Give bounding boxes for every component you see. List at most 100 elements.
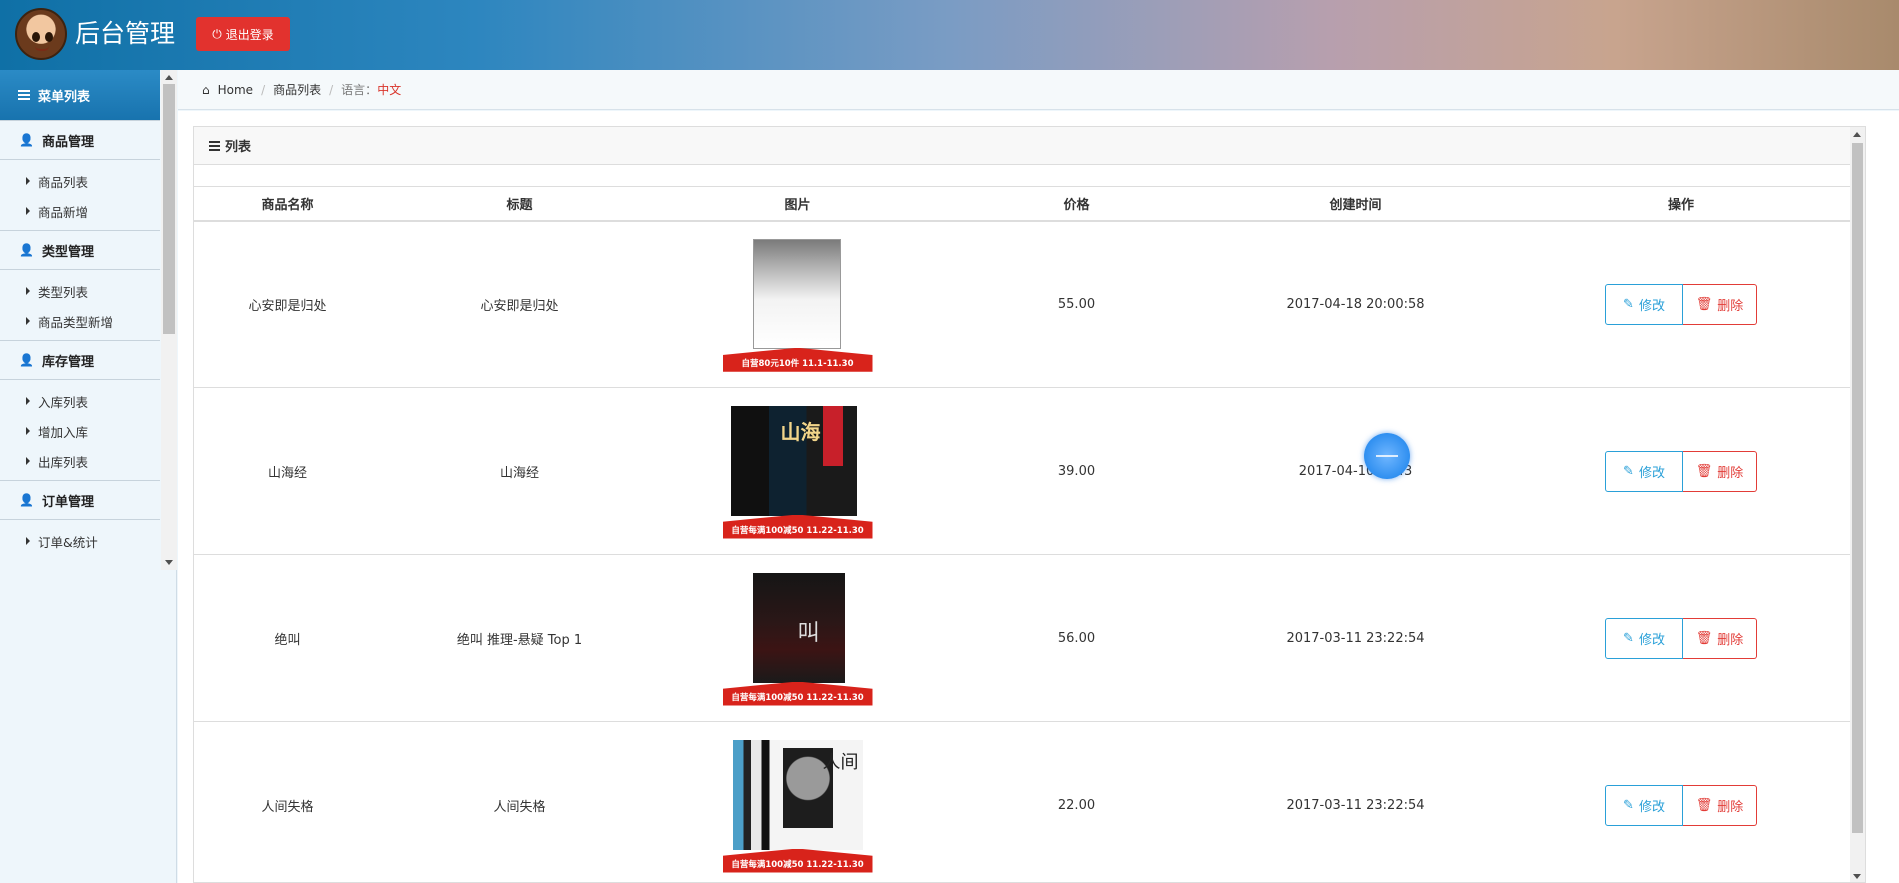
trash-icon: 🗑: [1695, 797, 1713, 813]
delete-button[interactable]: 🗑 删除: [1683, 784, 1757, 826]
column-header: 图片: [658, 186, 937, 222]
scroll-thumb[interactable]: [163, 84, 175, 334]
edit-icon: ✎: [1623, 630, 1634, 646]
goods-title: 人间失格: [381, 721, 658, 882]
list-icon: [18, 90, 30, 100]
goods-price: 56.00: [937, 554, 1216, 722]
user-icon: 👤: [19, 493, 34, 507]
column-header: 价格: [937, 186, 1216, 222]
caret-right-icon: [26, 207, 30, 215]
edit-button[interactable]: ✎ 修改: [1605, 450, 1683, 492]
edit-button[interactable]: ✎ 修改: [1605, 617, 1683, 659]
goods-name: 心安即是归处: [194, 220, 381, 388]
delete-label: 删除: [1717, 632, 1744, 648]
goods-price: 55.00: [937, 220, 1216, 388]
breadcrumb-home[interactable]: Home: [218, 83, 253, 97]
caret-right-icon: [26, 177, 30, 185]
goods-name: 人间失格: [194, 721, 381, 882]
logout-button[interactable]: ⏻ 退出登录: [196, 17, 290, 51]
scroll-thumb[interactable]: [1852, 143, 1863, 833]
top-header: 后台管理 ⏻ 退出登录: [0, 0, 1899, 70]
sidebar-scrollbar[interactable]: [161, 70, 177, 570]
goods-title: 心安即是归处: [381, 220, 658, 388]
caret-right-icon: [26, 457, 30, 465]
sidebar-menu: 菜单列表 👤 商品管理 商品列表 商品新增 👤 类型管理 类型列表 商品类型新增…: [0, 70, 160, 570]
goods-table: 商品名称 标题 图片 价格 创建时间 操作 心安即是归处 心安即是归处 自营80…: [194, 186, 1865, 882]
book-cover-image: 叫 自营每满100减50 11.22-11.30: [722, 571, 873, 706]
sidebar-item-stock-out-list[interactable]: 出库列表: [0, 446, 160, 476]
row-actions: ✎ 修改 🗑 删除: [1605, 617, 1757, 659]
created-time: 2017-04-18 20:00:58: [1216, 220, 1495, 388]
breadcrumb-current[interactable]: 商品列表: [273, 81, 321, 98]
home-icon: ⌂: [202, 82, 210, 97]
goods-name: 山海经: [194, 387, 381, 555]
trash-icon: 🗑: [1695, 296, 1713, 312]
scroll-down-icon[interactable]: [165, 560, 173, 565]
list-panel: 列表 商品名称 标题 图片 价格 创建时间 操作 心安即是归处 心安即是归处 自…: [193, 126, 1866, 883]
group-order[interactable]: 👤 订单管理: [0, 480, 160, 520]
sidebar-item-type-list[interactable]: 类型列表: [0, 276, 160, 306]
delete-button[interactable]: 🗑 删除: [1683, 617, 1757, 659]
sidebar-item-label: 增加入库: [38, 424, 89, 440]
group-type[interactable]: 👤 类型管理: [0, 230, 160, 270]
logout-label: 退出登录: [225, 27, 274, 42]
sidebar-item-stock-in-add[interactable]: 增加入库: [0, 416, 160, 446]
menu-header: 菜单列表: [0, 70, 160, 120]
sidebar-item-type-add[interactable]: 商品类型新增: [0, 306, 160, 336]
sidebar-item-stock-in-list[interactable]: 入库列表: [0, 386, 160, 416]
panel-title: 列表: [225, 140, 252, 155]
edit-icon: ✎: [1623, 797, 1634, 813]
trash-icon: 🗑: [1695, 463, 1713, 479]
edit-button[interactable]: ✎ 修改: [1605, 784, 1683, 826]
caret-right-icon: [26, 317, 30, 325]
edit-icon: ✎: [1623, 296, 1634, 312]
row-actions: ✎ 修改 🗑 删除: [1605, 450, 1757, 492]
promo-banner: 自营每满100减50 11.22-11.30: [722, 514, 873, 539]
delete-button[interactable]: 🗑 删除: [1683, 450, 1757, 492]
breadcrumb: ⌂ Home / 商品列表 / 语言：中文: [178, 70, 1899, 110]
sidebar: 菜单列表 👤 商品管理 商品列表 商品新增 👤 类型管理 类型列表 商品类型新增…: [0, 70, 177, 883]
sidebar-item-goods-add[interactable]: 商品新增: [0, 196, 160, 226]
book-cover-image: 山海 自营每满100减50 11.22-11.30: [722, 404, 873, 539]
user-icon: 👤: [19, 353, 34, 367]
group-title: 库存管理: [41, 354, 94, 370]
delete-button[interactable]: 🗑 删除: [1683, 283, 1757, 325]
group-stock[interactable]: 👤 库存管理: [0, 340, 160, 380]
scroll-up-icon[interactable]: [1853, 132, 1861, 137]
sidebar-item-goods-list[interactable]: 商品列表: [0, 166, 160, 196]
delete-label: 删除: [1717, 465, 1744, 481]
language-value: 中文: [377, 83, 402, 97]
created-time: 2017-03-11 23:22:54: [1216, 721, 1495, 882]
breadcrumb-separator: /: [329, 82, 334, 97]
panel-scrollbar[interactable]: [1850, 127, 1865, 882]
edit-button[interactable]: ✎ 修改: [1605, 283, 1683, 325]
main-content: 列表 商品名称 标题 图片 价格 创建时间 操作 心安即是归处 心安即是归处 自…: [178, 111, 1899, 883]
menu-title: 菜单列表: [38, 89, 91, 105]
scroll-up-icon[interactable]: [165, 75, 173, 80]
group-goods[interactable]: 👤 商品管理: [0, 120, 160, 160]
caret-right-icon: [26, 287, 30, 295]
sidebar-item-label: 商品新增: [38, 204, 89, 220]
promo-banner: 自营每满100减50 11.22-11.30: [722, 681, 873, 706]
column-header: 标题: [381, 186, 658, 222]
user-icon: 👤: [19, 133, 34, 147]
user-icon: 👤: [19, 243, 34, 257]
sidebar-item-label: 商品列表: [38, 174, 89, 190]
edit-label: 修改: [1638, 799, 1665, 815]
edit-label: 修改: [1638, 632, 1665, 648]
bars-icon: [209, 140, 220, 151]
table-row: 人间失格 人间失格 人间 自营每满100减50 11.22-11.30 22.0…: [194, 721, 1865, 882]
scroll-down-icon[interactable]: [1853, 874, 1861, 879]
group-title: 订单管理: [41, 494, 94, 510]
column-header: 创建时间: [1216, 186, 1495, 222]
group-title: 商品管理: [41, 134, 94, 150]
breadcrumb-separator: /: [261, 82, 266, 97]
sidebar-item-label: 订单&统计: [38, 534, 98, 550]
app-title: 后台管理: [75, 19, 176, 48]
goods-title: 绝叫 推理-悬疑 Top 1: [381, 554, 658, 722]
sidebar-item-orders[interactable]: 订单&统计: [0, 526, 160, 556]
goods-name: 绝叫: [194, 554, 381, 722]
sidebar-item-label: 入库列表: [38, 394, 89, 410]
delete-label: 删除: [1717, 298, 1744, 314]
promo-banner: 自营每满100减50 11.22-11.30: [722, 848, 873, 873]
